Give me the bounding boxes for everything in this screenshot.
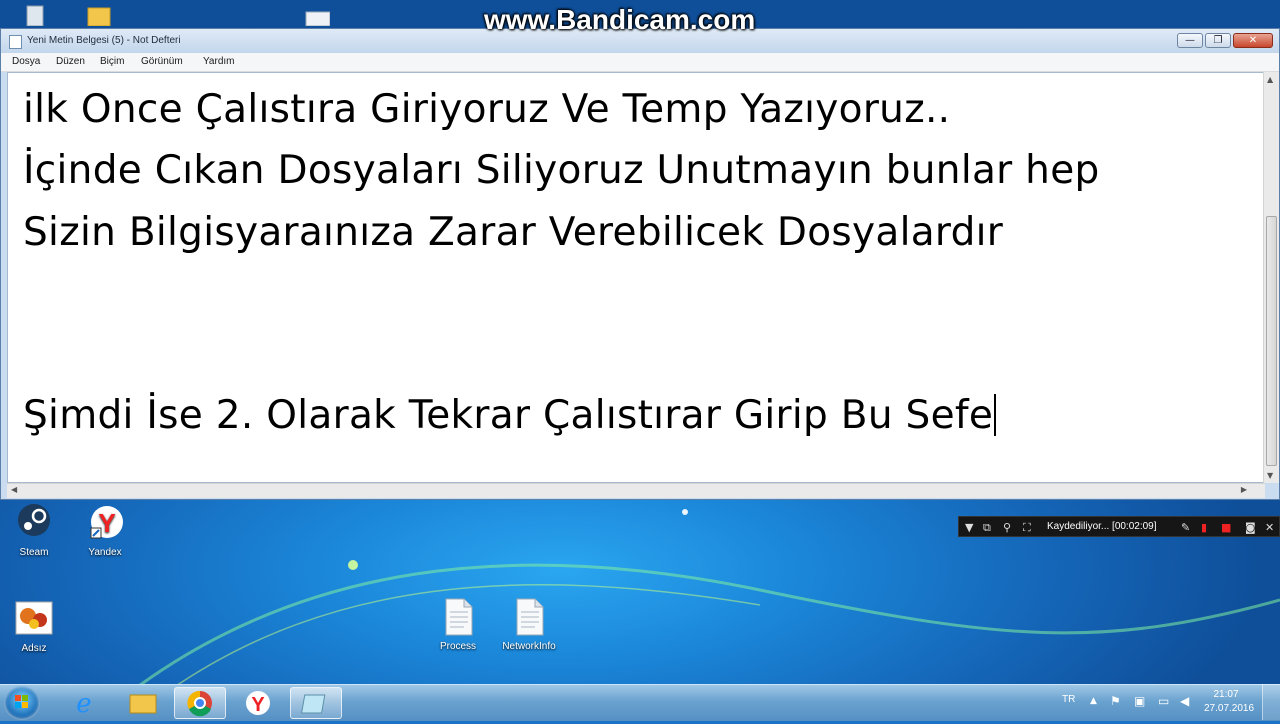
taskbar: e Y	[0, 684, 1280, 721]
crop-icon[interactable]: ⛶	[1023, 521, 1031, 535]
recording-status: Kaydediliyor... [00:02:09]	[1047, 521, 1157, 532]
scroll-left-icon[interactable]: ◀	[11, 485, 17, 494]
chrome-icon	[187, 690, 212, 717]
search-icon[interactable]: ⚲	[1003, 521, 1011, 534]
desktop-icon-adsiz[interactable]: Adsız	[0, 600, 69, 654]
text-line-3: Sizin Bilgisyaraınıza Zarar Verebilicek …	[23, 210, 1004, 255]
network-icon[interactable]: ▭	[1158, 694, 1169, 708]
taskbar-yandex[interactable]: Y	[232, 687, 284, 719]
taskbar-notepad[interactable]	[290, 687, 342, 719]
steam-icon	[18, 504, 50, 536]
start-button[interactable]	[4, 686, 40, 720]
action-center-flag-icon[interactable]: ⚑	[1110, 694, 1121, 708]
menu-file[interactable]: Dosya	[12, 56, 40, 67]
bandicam-toolbar: ▼ ⧉ ⚲ ⛶ Kaydediliyor... [00:02:09] ✎ ▮ ■…	[958, 516, 1280, 537]
text-line-2: İçinde Cıkan Dosyaları Siliyoruz Unutmay…	[23, 148, 1100, 193]
text-file-icon	[516, 598, 544, 636]
menu-bar: Dosya Düzen Biçim Görünüm Yardım	[1, 53, 1279, 72]
notepad-app-icon	[9, 35, 22, 49]
desktop-icon-label: Yandex	[88, 547, 122, 558]
scroll-down-icon[interactable]: ▼	[1267, 471, 1273, 480]
bandicam-watermark: www.Bandicam.com	[484, 4, 756, 35]
desktop-icon-label: Adsız	[21, 643, 47, 654]
desktop-icon-label: Steam	[19, 547, 49, 558]
text-editor[interactable]: ilk Once Çalıstıra Giriyoruz Ve Temp Yaz…	[7, 72, 1265, 483]
window-mode-icon[interactable]: ⧉	[983, 521, 991, 535]
scroll-up-icon[interactable]: ▲	[1267, 75, 1273, 84]
text-line-1: ilk Once Çalıstıra Giriyoruz Ve Temp Yaz…	[23, 87, 951, 132]
scrollbar-thumb[interactable]	[1266, 216, 1277, 466]
minimize-button[interactable]: —	[1177, 33, 1203, 48]
notepad-window: Yeni Metin Belgesi (5) - Not Defteri — ❐…	[0, 28, 1280, 500]
menu-help[interactable]: Yardım	[203, 56, 235, 67]
pause-icon[interactable]: ▮	[1201, 521, 1207, 534]
text-file-icon	[445, 598, 473, 636]
recycle-bin-icon[interactable]	[22, 4, 48, 27]
show-hidden-icons-icon[interactable]: ▲	[1090, 696, 1097, 706]
tray-app-icon[interactable]: ▣	[1134, 694, 1145, 708]
desktop-icon-label: Process	[439, 641, 477, 652]
windows-logo-icon	[15, 695, 28, 708]
stop-icon[interactable]: ■	[1221, 521, 1231, 534]
close-button[interactable]: ✕	[1233, 33, 1273, 48]
maximize-button[interactable]: ❐	[1205, 33, 1231, 48]
desktop-icon-steam[interactable]: Steam	[0, 504, 69, 558]
text-caret	[994, 394, 997, 436]
text-line-4-content: Şimdi İse 2. Olarak Tekrar Çalıstırar Gi…	[23, 393, 994, 438]
clock-date: 27.07.2016	[1204, 703, 1255, 714]
document-icon[interactable]	[304, 4, 331, 27]
language-indicator[interactable]: TR	[1062, 694, 1075, 705]
menu-edit[interactable]: Düzen	[56, 56, 85, 67]
scroll-right-icon[interactable]: ▶	[1241, 485, 1247, 494]
menu-view[interactable]: Görünüm	[141, 56, 183, 67]
desktop-icon-label: NetworkInfo	[502, 641, 556, 652]
system-clock[interactable]: 21:07 27.07.2016	[1204, 688, 1255, 716]
taskbar-internet-explorer[interactable]: e	[58, 687, 110, 719]
desktop-icon-process[interactable]: Process	[423, 598, 493, 652]
camera-icon[interactable]: ◙	[1245, 521, 1256, 534]
taskbar-chrome[interactable]	[174, 687, 226, 719]
folder-icon[interactable]	[86, 4, 112, 27]
notepad-icon	[301, 694, 326, 714]
vertical-scrollbar[interactable]: ▲ ▼	[1263, 72, 1279, 483]
close-icon[interactable]: ✕	[1265, 521, 1274, 534]
menu-format[interactable]: Biçim	[100, 56, 124, 67]
show-desktop-button[interactable]	[1262, 684, 1280, 720]
file-explorer-icon	[129, 694, 157, 714]
caption-buttons: — ❐ ✕	[1175, 33, 1273, 48]
yandex-browser-icon: Y	[90, 506, 123, 539]
internet-explorer-icon: e	[76, 689, 91, 719]
volume-icon[interactable]: ◀	[1180, 694, 1189, 708]
horizontal-scrollbar[interactable]: ◀ ▶	[7, 483, 1265, 498]
yandex-icon: Y	[246, 691, 270, 716]
svg-text:e: e	[76, 689, 91, 719]
desktop-icon-networkinfo[interactable]: NetworkInfo	[494, 598, 564, 652]
image-file-icon	[15, 601, 53, 635]
window-title: Yeni Metin Belgesi (5) - Not Defteri	[27, 35, 181, 46]
pencil-icon[interactable]: ✎	[1181, 521, 1190, 534]
taskbar-file-explorer[interactable]	[116, 687, 168, 719]
svg-text:Y: Y	[251, 694, 265, 716]
desktop-icon-yandex[interactable]: Y Yandex	[70, 504, 140, 558]
text-line-4: Şimdi İse 2. Olarak Tekrar Çalıstırar Gi…	[23, 393, 997, 438]
clock-time: 21:07	[1213, 689, 1239, 700]
dropdown-icon[interactable]: ▼	[965, 521, 973, 534]
